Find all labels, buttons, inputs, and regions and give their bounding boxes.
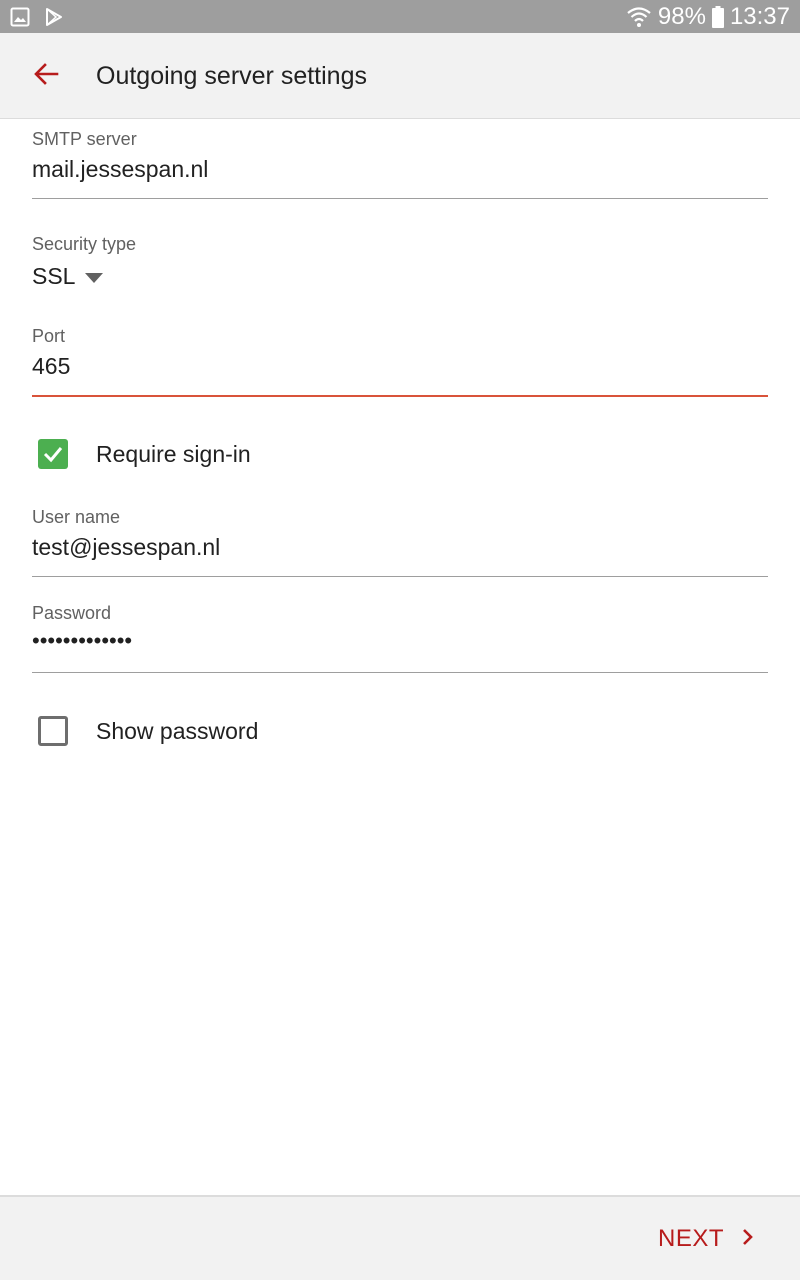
battery-percent: 98% [657, 2, 706, 30]
require-sign-in-checkbox[interactable] [38, 439, 68, 469]
port-field[interactable]: Port 465 [32, 326, 768, 398]
security-type-value: SSL [32, 263, 76, 289]
show-password-label: Show password [96, 717, 259, 744]
next-button[interactable]: NEXT [658, 1219, 754, 1259]
security-type-field: Security type SSL [32, 234, 768, 298]
smtp-server-field[interactable]: SMTP server mail.jessespan.nl [32, 129, 768, 200]
next-label: NEXT [657, 1225, 724, 1252]
gallery-icon [10, 7, 30, 27]
chevron-right-icon [742, 1225, 754, 1253]
arrow-back-icon [33, 62, 59, 91]
security-type-dropdown[interactable]: SSL [32, 263, 768, 290]
port-underline [32, 395, 768, 397]
show-password-row[interactable]: Show password [38, 716, 258, 746]
status-bar: 98% 13:37 [0, 0, 800, 33]
app-bar: Outgoing server settings [0, 33, 800, 119]
wifi-icon [626, 5, 652, 29]
port-label: Port [32, 326, 66, 346]
play-store-icon [44, 7, 64, 27]
user-name-label: User name [32, 507, 121, 527]
password-field[interactable]: Password ••••••••••••• [32, 603, 768, 674]
show-password-checkbox[interactable] [38, 716, 68, 746]
user-name-field[interactable]: User name test@jessespan.nl [32, 507, 768, 578]
password-input[interactable]: ••••••••••••• [32, 628, 768, 654]
require-sign-in-row[interactable]: Require sign-in [38, 439, 251, 469]
dropdown-arrow-icon [85, 272, 104, 283]
security-type-label: Security type [32, 234, 137, 254]
password-label: Password [32, 603, 112, 623]
bottom-bar: NEXT [0, 1195, 800, 1280]
port-input[interactable]: 465 [32, 353, 768, 380]
clock: 13:37 [729, 2, 790, 30]
smtp-server-input[interactable]: mail.jessespan.nl [32, 156, 768, 183]
password-underline [32, 672, 768, 673]
page-title: Outgoing server settings [96, 62, 367, 90]
checkmark-icon [43, 447, 63, 463]
smtp-server-label: SMTP server [32, 129, 137, 149]
user-name-input[interactable]: test@jessespan.nl [32, 534, 768, 561]
require-sign-in-label: Require sign-in [96, 440, 251, 467]
smtp-server-underline [32, 198, 768, 199]
back-button[interactable] [20, 52, 72, 100]
user-name-underline [32, 576, 768, 577]
battery-icon [711, 5, 724, 28]
